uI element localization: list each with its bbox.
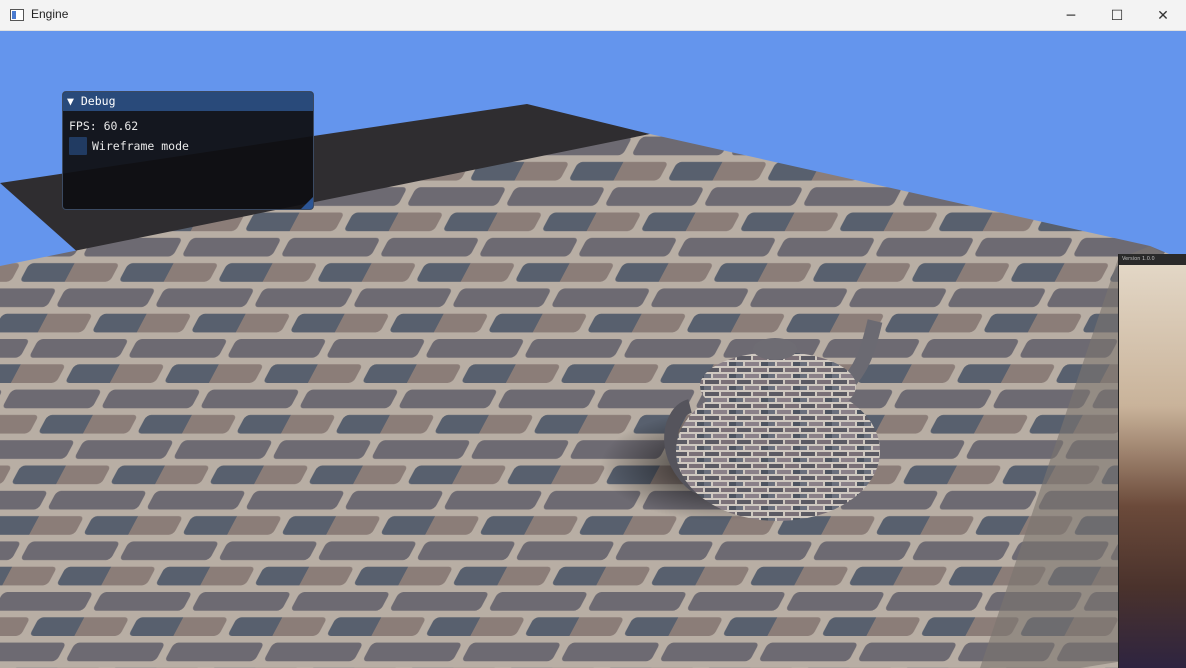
title-bar[interactable]: Engine ─ ☐ ✕ [0,0,1186,31]
app-icon [10,9,24,21]
wireframe-label: Wireframe mode [92,139,189,153]
close-button[interactable]: ✕ [1140,0,1186,31]
minimize-icon: ─ [1066,7,1076,24]
overlay-app-window[interactable]: Version 1.0.0 [1118,254,1186,668]
overlay-window-titlebar: Version 1.0.0 [1119,254,1186,265]
maximize-button[interactable]: ☐ [1094,0,1140,31]
fps-readout: FPS: 60.62 [69,119,139,133]
resize-grip-icon[interactable] [301,197,313,209]
collapse-icon[interactable]: ▼ [67,94,74,108]
window-title: Engine [31,7,69,21]
wireframe-checkbox[interactable] [69,137,87,155]
wireframe-toggle[interactable]: Wireframe mode [69,137,307,155]
maximize-icon: ☐ [1110,7,1124,24]
debug-panel[interactable]: ▼ Debug FPS: 60.62 Wireframe mode [62,91,314,210]
debug-panel-header[interactable]: ▼ Debug [63,92,313,111]
minimize-button[interactable]: ─ [1048,0,1094,31]
overlay-scene [1119,265,1186,668]
render-viewport[interactable]: Version 1.0.0 ▼ Debug FPS: 60.62 Wirefra… [0,31,1186,668]
debug-panel-title: Debug [80,94,116,108]
close-icon: ✕ [1157,7,1169,24]
